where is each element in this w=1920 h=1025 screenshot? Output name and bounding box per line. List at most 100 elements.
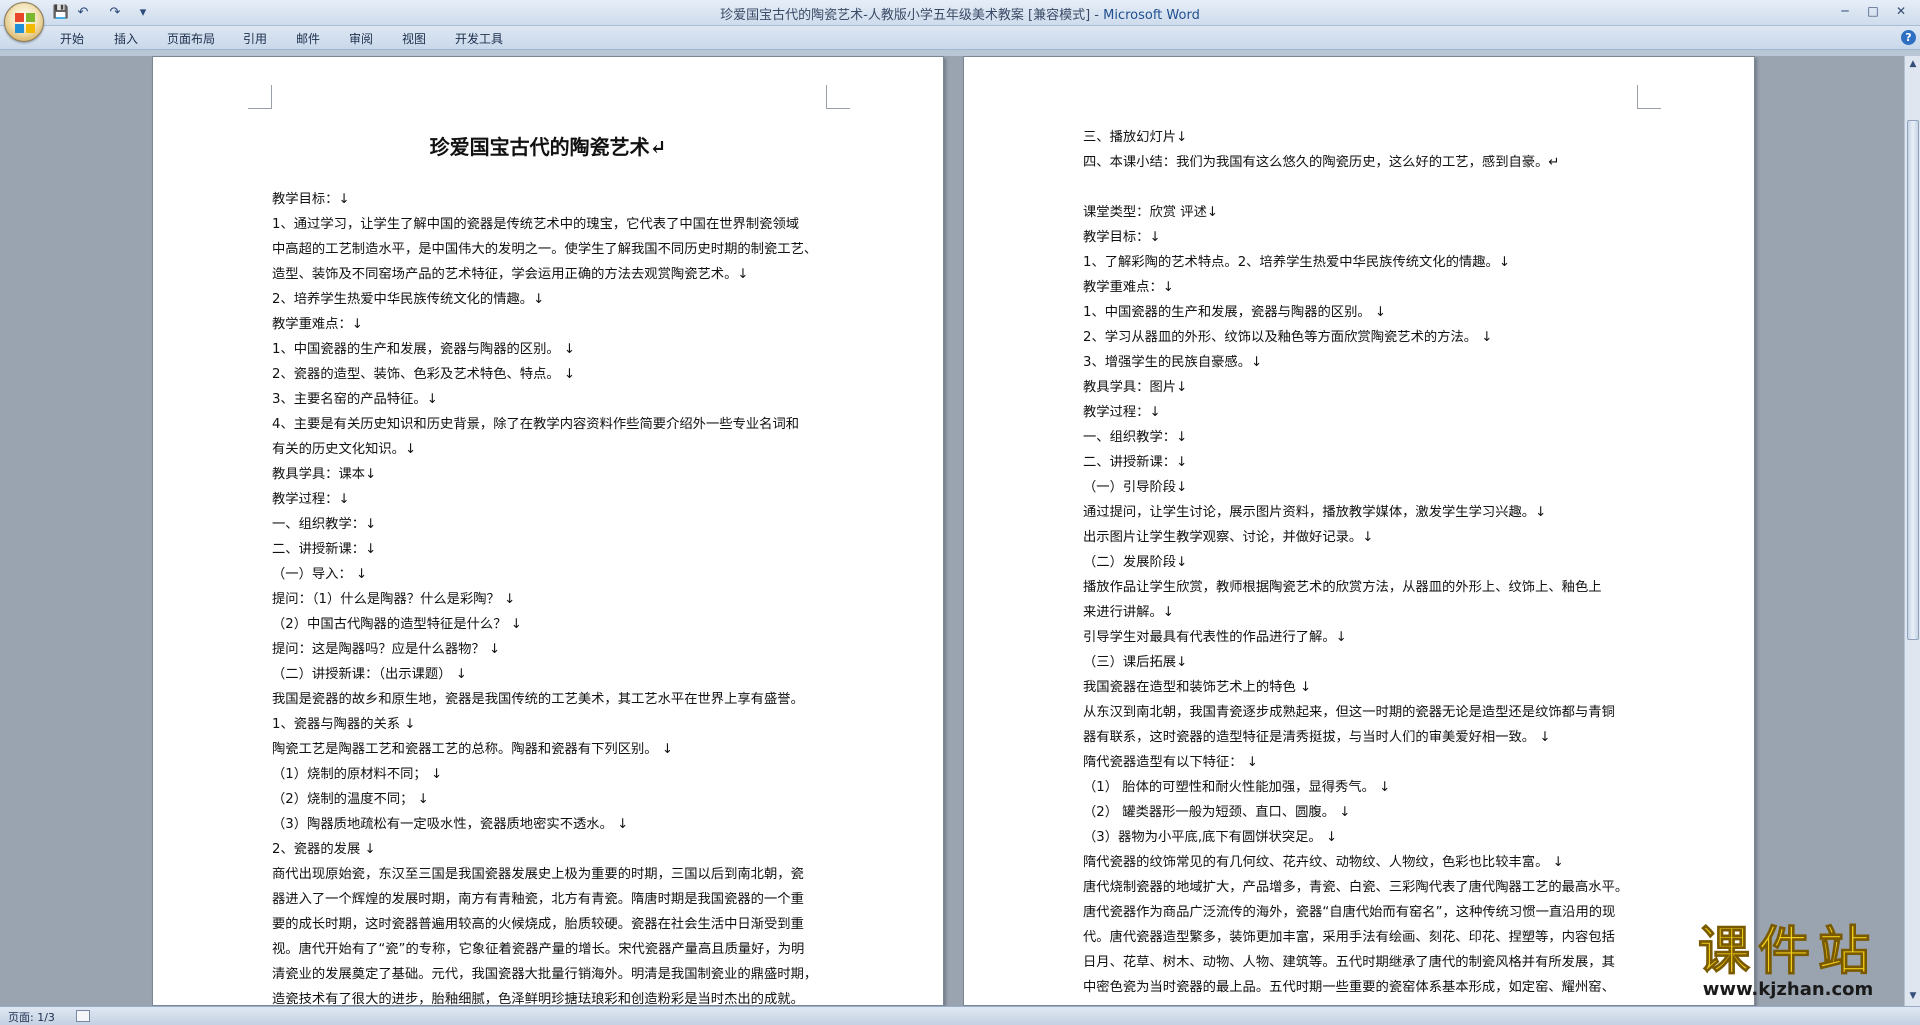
paragraph-line: （2）中国古代陶器的造型特征是什么？ ↓ [272, 617, 522, 632]
paragraph-line: 教具学具：图片↓ [1083, 380, 1188, 395]
paragraph-line: （三）课后拓展↓ [1083, 655, 1188, 670]
paragraph-line: 一、组织教学：↓ [272, 517, 377, 532]
paragraph-line: 教具学具：课本↓ [272, 467, 377, 482]
paragraph-line: 提问：这是陶器吗？应是什么器物？ ↓ [272, 642, 501, 657]
app-name: Microsoft Word [1103, 8, 1200, 23]
watermark-url: www.kjzhan.com [1702, 979, 1874, 1000]
scroll-down-icon[interactable]: ▼ [1907, 990, 1919, 1002]
paragraph-line: 1、中国瓷器的生产和发展，瓷器与陶器的区别。 ↓ [272, 342, 576, 357]
paragraph-line: 要的成长时期，这时瓷器普遍用较高的火候烧成，胎质较硬。瓷器在社会生活中日渐受到重 [272, 917, 804, 932]
paragraph-line: 2、学习从器皿的外形、纹饰以及釉色等方面欣赏陶瓷艺术的方法。 ↓ [1083, 330, 1493, 345]
scrollbar-thumb[interactable] [1907, 120, 1919, 640]
paragraph-line: 隋代瓷器的纹饰常见的有几何纹、花卉纹、动物纹、人物纹，色彩也比较丰富。 ↓ [1083, 855, 1564, 870]
paragraph-line: 清瓷业的发展奠定了基础。元代，我国瓷器大批量行销海外。明清是我国制瓷业的鼎盛时期… [272, 967, 818, 982]
paragraph-line: 1、中国瓷器的生产和发展，瓷器与陶器的区别。 ↓ [1083, 305, 1387, 320]
paragraph-line: 造瓷技术有了很大的进步，胎釉细腻，色泽鲜明珍搪珐琅彩和创造粉彩是当时杰出的成就。 [272, 992, 804, 1006]
paragraph-line: 一、组织教学：↓ [1083, 430, 1188, 445]
paragraph-line: 2、瓷器的造型、装饰、色彩及艺术特色、特点。 ↓ [272, 367, 576, 382]
paragraph-line: 1、通过学习，让学生了解中国的瓷器是传统艺术中的瑰宝，它代表了中国在世界制瓷领域 [272, 217, 800, 232]
paragraph-line: 2、瓷器的发展 ↓ [272, 842, 376, 857]
paragraph-line: 1、瓷器与陶器的关系 ↓ [272, 717, 416, 732]
paragraph-line: 器有联系，这时瓷器的造型特征是清秀挺拔，与当时人们的审美爱好相一致。 ↓ [1083, 730, 1551, 745]
page-indicator[interactable]: 页面: 1/3 [8, 1009, 55, 1025]
tab-review[interactable]: 审阅 [349, 30, 373, 47]
tab-view[interactable]: 视图 [402, 30, 426, 47]
paragraph-line: 引导学生对最具有代表性的作品进行了解。↓ [1083, 630, 1347, 645]
document-page-2[interactable]: 三、播放幻灯片↓ 四、本课小结：我们为我国有这么悠久的陶瓷历史，这么好的工艺，感到… [963, 56, 1755, 1006]
minimize-button[interactable]: ─ [1832, 2, 1858, 20]
paragraph-line: 唐代烧制瓷器的地域扩大，产品增多，青瓷、白瓷、三彩陶代表了唐代陶器工艺的最高水平… [1083, 880, 1629, 895]
paragraph-line: 4、主要是有关历史知识和历史背景，除了在教学内容资料作些简要介绍外一些专业名词和 [272, 417, 800, 432]
watermark-logo: 课件站 www.kjzhan.com [1668, 924, 1908, 1004]
office-logo-icon [15, 13, 35, 33]
paragraph-line: 日月、花草、树木、动物、人物、建筑等。五代时期继承了唐代的制瓷风格并有所发展，其 [1083, 955, 1615, 970]
document-heading: 珍爱国宝古代的陶瓷艺术↵ [429, 135, 667, 159]
paragraph-line: 唐代瓷器作为商品广泛流传的海外，瓷器“自唐代始而有窑名”，这种传统习惯一直沿用的… [1083, 905, 1616, 920]
paragraph-line: 教学目标：↓ [1083, 230, 1161, 245]
paragraph-line: （2）烧制的温度不同； ↓ [272, 792, 429, 807]
paragraph-line: 器进入了一个辉煌的发展时期，南方有青釉瓷，北方有青瓷。隋唐时期是我国瓷器的一个重 [272, 892, 804, 907]
tab-page-layout[interactable]: 页面布局 [167, 30, 215, 47]
paragraph-line: 二、讲授新课：↓ [1083, 455, 1188, 470]
paragraph-line: （二）发展阶段↓ [1083, 555, 1188, 570]
paragraph-line: 1、了解彩陶的艺术特点。2、培养学生热爱中华民族传统文化的情趣。↓ [1083, 255, 1510, 270]
paragraph-line: 通过提问，让学生讨论，展示图片资料，播放教学媒体，激发学生学习兴趣。↓ [1083, 505, 1547, 520]
ribbon-tab-row: 开始 插入 页面布局 引用 邮件 审阅 视图 开发工具 ? [0, 26, 1920, 50]
paragraph-line: 2、培养学生热爱中华民族传统文化的情趣。↓ [272, 292, 545, 307]
paragraph-line: 提问：（1）什么是陶器？什么是彩陶？ ↓ [272, 592, 516, 607]
paragraph-line: 播放作品让学生欣赏，教师根据陶瓷艺术的欣赏方法，从器皿的外形上、纹饰上、釉色上 [1083, 580, 1602, 595]
paragraph-line [1083, 175, 1643, 200]
title-bar: 💾 ↶ ↷ ▾ 珍爱国宝古代的陶瓷艺术-人教版小学五年级美术教案 [兼容模式] … [0, 0, 1920, 42]
tab-references[interactable]: 引用 [243, 30, 267, 47]
paragraph-line: 我国瓷器在造型和装饰艺术上的特色 ↓ [1083, 680, 1312, 695]
paragraph-line: 教学过程：↓ [272, 492, 350, 507]
maximize-button[interactable]: □ [1860, 2, 1886, 20]
tab-home[interactable]: 开始 [60, 30, 84, 47]
paragraph-line: 隋代瓷器造型有以下特征： ↓ [1083, 755, 1258, 770]
window-title: 珍爱国宝古代的陶瓷艺术-人教版小学五年级美术教案 [兼容模式] - Micros… [0, 4, 1920, 23]
paragraph-line: （一）引导阶段↓ [1083, 480, 1188, 495]
tab-insert[interactable]: 插入 [114, 30, 138, 47]
paragraph-line: 三、播放幻灯片↓ [1083, 130, 1188, 145]
paragraph-line: 二、讲授新课：↓ [272, 542, 377, 557]
page-1-body: 教学目标：↓ 1、通过学习，让学生了解中国的瓷器是传统艺术中的瑰宝，它代表了中国在… [272, 187, 832, 1006]
paragraph-line: （3）器物为小平底,底下有圆饼状突足。 ↓ [1083, 830, 1338, 845]
proofing-icon[interactable] [76, 1010, 90, 1022]
vertical-scrollbar[interactable]: ▲ ▼ [1904, 56, 1920, 1006]
page-2-body: 三、播放幻灯片↓ 四、本课小结：我们为我国有这么悠久的陶瓷历史，这么好的工艺，感到… [1083, 125, 1643, 1000]
paragraph-line: 来进行讲解。↓ [1083, 605, 1174, 620]
document-title: 珍爱国宝古代的陶瓷艺术-人教版小学五年级美术教案 [兼容模式] - [720, 8, 1104, 23]
paragraph-line: （1）烧制的原材料不同； ↓ [272, 767, 443, 782]
watermark-title: 课件站 [1697, 922, 1878, 982]
close-button[interactable]: ✕ [1888, 2, 1914, 20]
margin-corner-mark [1637, 85, 1661, 109]
paragraph-line: 出示图片让学生教学观察、讨论，并做好记录。↓ [1083, 530, 1374, 545]
paragraph-line: 中密色瓷为当时瓷器的最上品。五代时期一些重要的瓷窑体系基本形成，如定窑、耀州窑、 [1083, 980, 1615, 995]
paragraph-line: 中高超的工艺制造水平，是中国伟大的发明之一。使学生了解我国不同历史时期的制瓷工艺… [272, 242, 818, 257]
paragraph-line: 陶瓷工艺是陶器工艺和瓷器工艺的总称。陶器和瓷器有下列区别。 ↓ [272, 742, 673, 757]
paragraph-line: 教学目标：↓ [272, 192, 350, 207]
paragraph-line: 3、增强学生的民族自豪感。↓ [1083, 355, 1263, 370]
paragraph-line: （二）讲授新课：（出示课题） ↓ [272, 667, 467, 682]
scroll-up-icon[interactable]: ▲ [1907, 58, 1919, 70]
paragraph-line: 教学过程：↓ [1083, 405, 1161, 420]
paragraph-line: （2） 罐类器形一般为短颈、直口、圆腹。 ↓ [1083, 805, 1351, 820]
paragraph-line: 四、本课小结：我们为我国有这么悠久的陶瓷历史，这么好的工艺，感到自豪。↵ [1083, 155, 1560, 170]
paragraph-line: 造型、装饰及不同窑场产品的艺术特征，学会运用正确的方法去观赏陶瓷艺术。↓ [272, 267, 749, 282]
margin-corner-mark [248, 85, 272, 109]
paragraph-line: 从东汉到南北朝，我国青瓷逐步成熟起来，但这一时期的瓷器无论是造型还是纹饰都与青铜 [1083, 705, 1615, 720]
paragraph-line: 我国是瓷器的故乡和原生地，瓷器是我国传统的工艺美术，其工艺水平在世界上享有盛誉。 [272, 692, 804, 707]
tab-mailings[interactable]: 邮件 [296, 30, 320, 47]
document-page-1[interactable]: 珍爱国宝古代的陶瓷艺术↵ 教学目标：↓ 1、通过学习，让学生了解中国的瓷器是传统艺… [152, 56, 944, 1006]
paragraph-line: 教学重难点：↓ [1083, 280, 1174, 295]
help-icon[interactable]: ? [1901, 30, 1916, 45]
paragraph-line: 教学重难点：↓ [272, 317, 363, 332]
paragraph-line: （1） 胎体的可塑性和耐火性能加强，显得秀气。 ↓ [1083, 780, 1391, 795]
paragraph-line: 3、主要名窑的产品特征。↓ [272, 392, 438, 407]
status-bar: 页面: 1/3 [0, 1006, 1920, 1025]
office-button[interactable] [4, 2, 44, 42]
tab-developer[interactable]: 开发工具 [455, 30, 503, 47]
paragraph-line: 代。唐代瓷器造型繁多，装饰更加丰富，采用手法有绘画、刻花、印花、捏塑等，内容包括 [1083, 930, 1615, 945]
paragraph-line: 课堂类型：欣赏 评述↓ [1083, 205, 1219, 220]
paragraph-line: 有关的历史文化知识。↓ [272, 442, 417, 457]
